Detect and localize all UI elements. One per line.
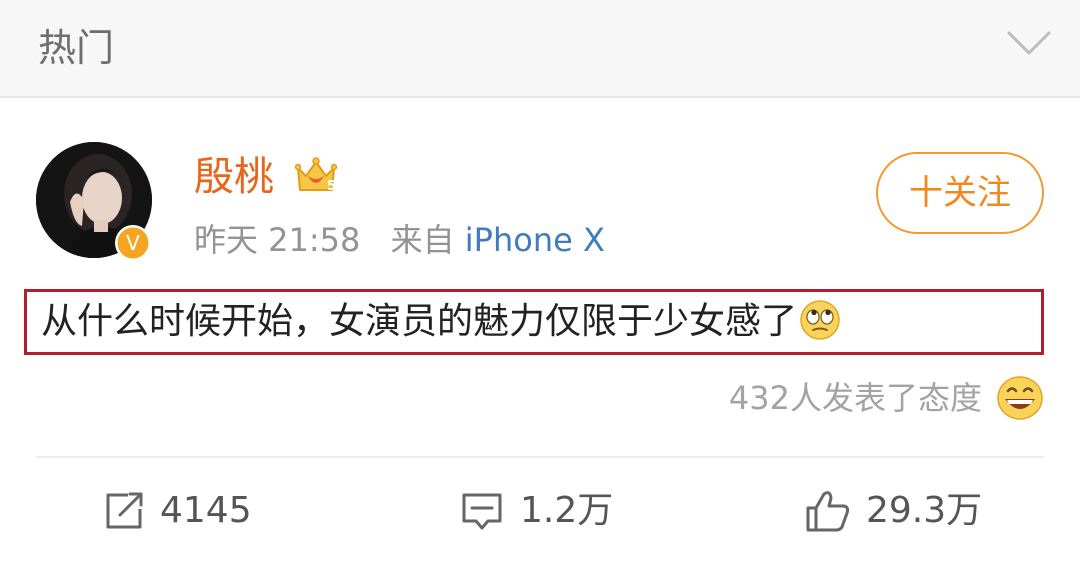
- repost-button[interactable]: 4145: [102, 484, 252, 538]
- comment-button[interactable]: 1.2万: [458, 484, 613, 538]
- repost-count: 4145: [160, 490, 252, 531]
- comment-icon: [462, 493, 502, 530]
- crown-member-icon[interactable]: 5: [294, 156, 338, 196]
- comment-count: 1.2万: [520, 490, 614, 531]
- top-bar: 热门: [0, 0, 1080, 98]
- svg-text:V: V: [126, 231, 140, 255]
- avatar[interactable]: V: [36, 142, 152, 261]
- source-prefix: 来自: [390, 221, 455, 259]
- repost-icon: [106, 492, 143, 529]
- like-button[interactable]: 29.3万: [804, 484, 982, 538]
- like-count: 29.3万: [866, 490, 983, 531]
- post-time: 昨天 21:58: [194, 221, 361, 259]
- svg-text:5: 5: [327, 179, 336, 194]
- grin-emoji[interactable]: [996, 375, 1044, 421]
- chevron-down-icon[interactable]: [1006, 28, 1052, 58]
- rolling-eyes-emoji: [800, 300, 840, 340]
- author-name[interactable]: 殷桃: [194, 152, 274, 202]
- verified-v-icon: V: [115, 225, 151, 261]
- source-link[interactable]: iPhone X: [465, 221, 605, 259]
- post-meta: 昨天 21:58 来自 iPhone X: [194, 218, 605, 262]
- divider: [36, 456, 1044, 458]
- reactions-count[interactable]: 432人发表了态度: [729, 376, 982, 420]
- section-title: 热门: [38, 26, 115, 70]
- thumbs-up-icon: [806, 491, 850, 532]
- post-text-highlighted: 从什么时候开始，女演员的魅力仅限于少女感了: [24, 289, 1044, 355]
- follow-button[interactable]: 十关注: [876, 152, 1044, 234]
- post-text: 从什么时候开始，女演员的魅力仅限于少女感了: [41, 301, 798, 342]
